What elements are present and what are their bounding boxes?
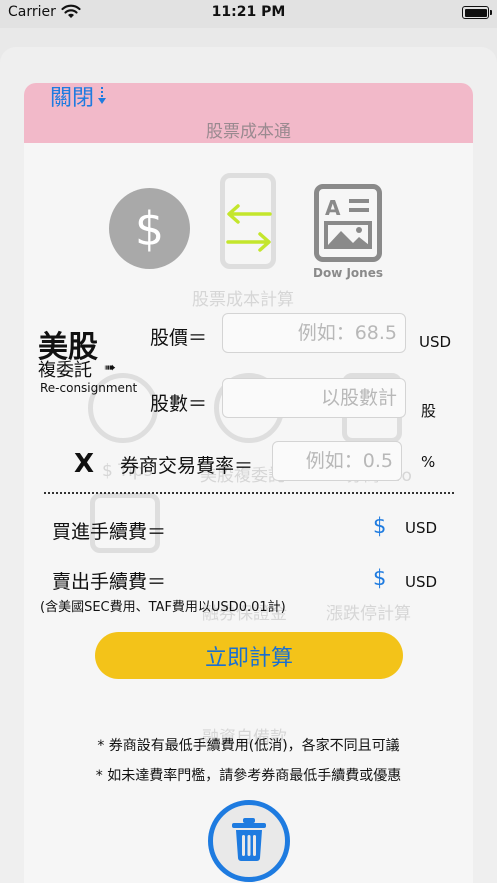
background-menu-label: 股票成本計算 [192, 290, 294, 310]
sell-fee-symbol: $ [373, 566, 387, 590]
price-label: 股價＝ [150, 327, 208, 349]
buy-fee-symbol: $ [373, 514, 387, 538]
rate-label: 券商交易費率＝ [120, 455, 254, 477]
sell-fee-unit: USD [405, 573, 438, 591]
background-title: 股票成本通 [206, 122, 291, 142]
document-label: Dow Jones [312, 266, 383, 280]
dotted-divider [44, 492, 454, 494]
buy-fee-label: 買進手續費＝ [52, 521, 167, 543]
buy-fee-unit: USD [405, 519, 438, 537]
shares-label: 股數＝ [150, 393, 208, 415]
shares-unit: 股 [421, 402, 437, 420]
footnote: * 券商設有最低手續費用(低消)，各家不同且可議 [97, 738, 400, 754]
calculate-button[interactable]: 立即計算 [95, 632, 403, 679]
footnote: * 如未達費率門檻，請參考券商最低手續費或優惠 [95, 768, 402, 784]
sell-fee-label: 賣出手續費＝ [52, 571, 167, 593]
status-time: 11:21 PM [211, 4, 286, 20]
arrow-right-icon: ➠ [104, 360, 116, 376]
fee-note: (含美國SEC費用、TAF費用以USD0.01計) [40, 600, 286, 615]
dollar-icon: $ [109, 188, 190, 269]
section-english: Re-consignment [40, 381, 138, 395]
rate-input[interactable] [272, 441, 402, 481]
close-button[interactable]: 關閉 [50, 80, 108, 112]
modal-sheet: 股票成本通 股票成本計算 $ Tips 美股複委託 券商info 融券保證金 漲… [0, 47, 497, 883]
clear-button[interactable] [208, 800, 290, 882]
close-label: 關閉 [50, 86, 95, 111]
multiply-symbol: X [74, 449, 95, 479]
price-input[interactable] [222, 313, 406, 353]
arrow-down-icon [96, 84, 108, 108]
price-unit: USD [419, 333, 452, 351]
status-bar: Carrier 11:21 PM [0, 0, 497, 28]
battery-icon [462, 6, 492, 19]
background-menu-label: 漲跌停計算 [326, 604, 411, 624]
rate-unit: % [421, 453, 436, 471]
svg-text:A: A [325, 196, 341, 220]
shares-input[interactable] [222, 378, 406, 418]
section-subtitle: 複委託 [38, 360, 92, 381]
swap-arrows-icon [224, 202, 274, 258]
trash-icon [229, 816, 269, 866]
document-icon: A [314, 184, 382, 262]
